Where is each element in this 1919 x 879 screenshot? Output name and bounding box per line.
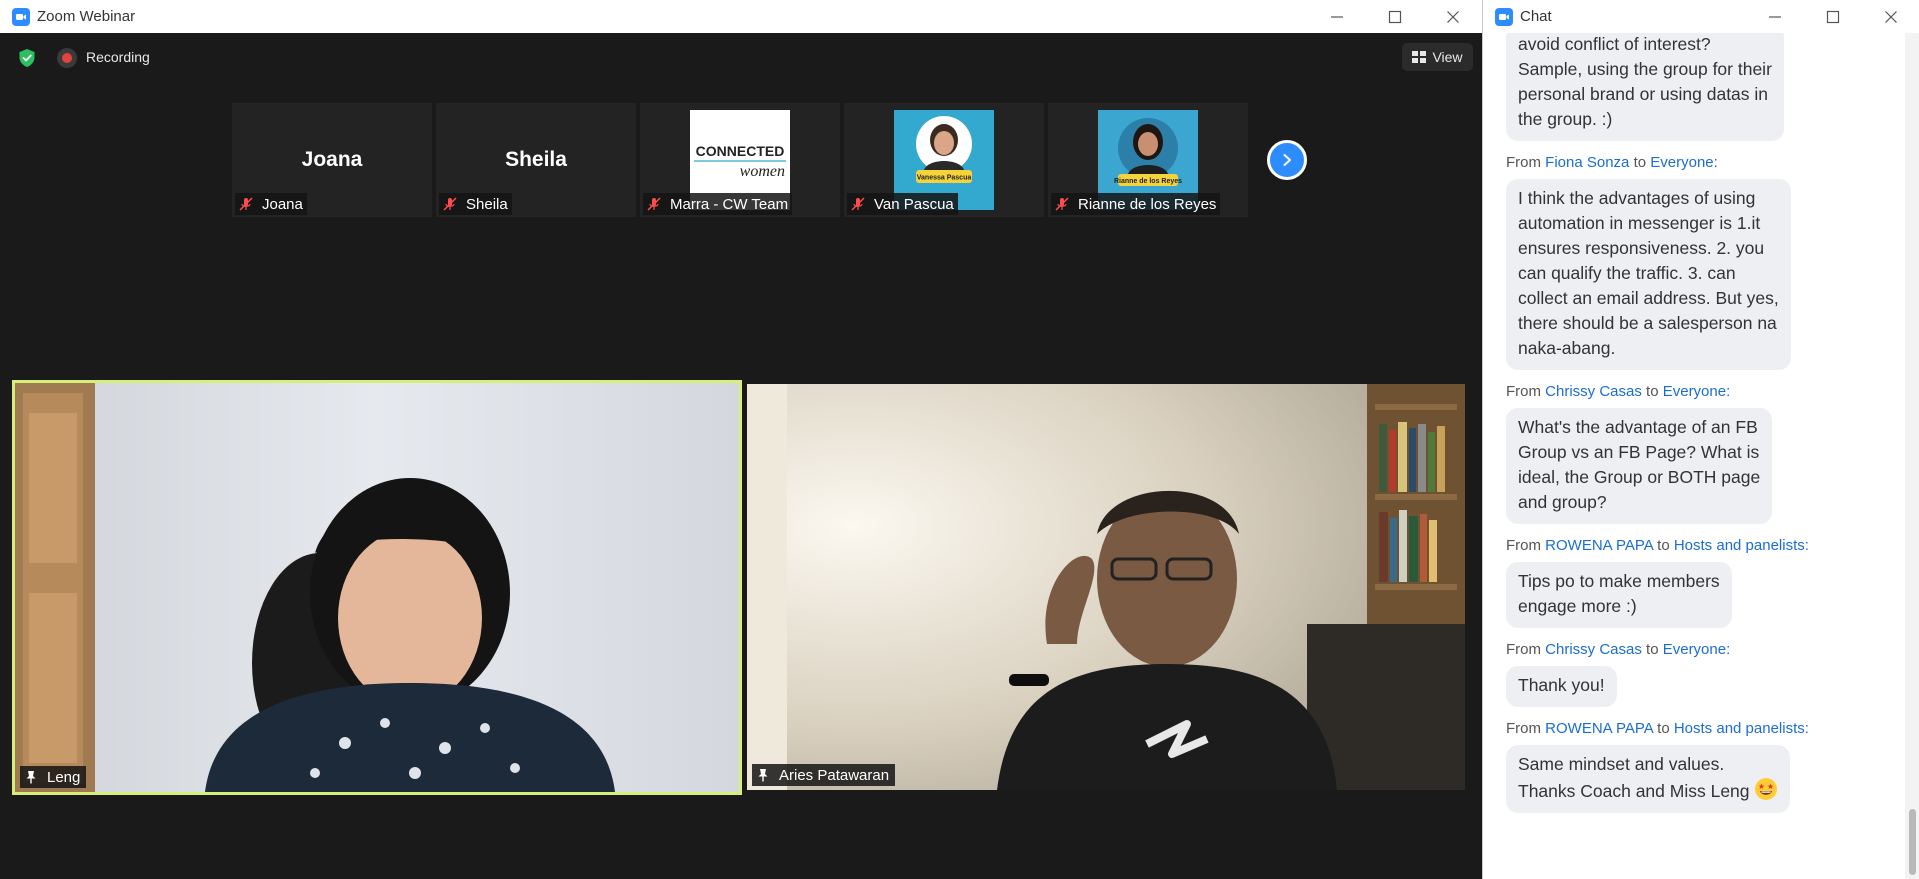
chat-message: From Chrissy Casas to Everyone: Thank yo… — [1506, 641, 1906, 707]
chat-scrollbar-thumb[interactable] — [1909, 809, 1916, 875]
chat-window: Chat avoid conflict of interest? Sample,… — [1482, 0, 1919, 879]
video-name-label: Leng — [20, 766, 87, 788]
participant-thumbnail[interactable]: Vanessa Pascua Van Pascua — [844, 103, 1044, 217]
microphone-muted-icon — [647, 197, 661, 211]
sender-name[interactable]: Chrissy Casas — [1545, 383, 1642, 400]
recording-label: Recording — [86, 49, 150, 65]
view-button[interactable]: View — [1402, 43, 1473, 71]
chat-message: From Chrissy Casas to Everyone: What's t… — [1506, 383, 1906, 524]
window-title: Zoom Webinar — [37, 8, 136, 25]
view-button-label: View — [1432, 49, 1463, 65]
participant-label: Sheila — [439, 193, 512, 215]
recipient-name[interactable]: Hosts and panelists: — [1674, 537, 1809, 554]
sender-name[interactable]: Chrissy Casas — [1545, 641, 1642, 658]
participant-thumbnail[interactable]: Rianne de los Reyes Rianne de los Reyes — [1048, 103, 1248, 217]
next-page-button[interactable] — [1267, 140, 1307, 180]
avatar-caption: Vanessa Pascua — [917, 175, 972, 182]
participant-thumbnail[interactable]: Joana Joana — [232, 103, 432, 217]
sender-name[interactable]: ROWENA PAPA — [1545, 720, 1653, 737]
participant-display-name: Joana — [301, 148, 363, 171]
message-sender-line: From ROWENA PAPA to Hosts and panelists: — [1506, 537, 1809, 554]
chevron-right-icon — [1283, 154, 1291, 166]
participant-thumbnail-strip: Joana Joana Sheila Sheila CONNECTED wome… — [232, 103, 1248, 217]
chat-bubble: avoid conflict of interest? Sample, usin… — [1506, 33, 1784, 141]
chat-close-button[interactable] — [1862, 0, 1919, 33]
message-sender-line: From Chrissy Casas to Everyone: — [1506, 383, 1731, 400]
sender-name[interactable]: Fiona Sonza — [1545, 154, 1629, 171]
meeting-top-bar: Recording View — [0, 33, 1482, 81]
close-button[interactable] — [1424, 0, 1482, 33]
maximize-button[interactable] — [1366, 0, 1424, 33]
participant-thumbnail[interactable]: CONNECTED women Marra - CW Team — [640, 103, 840, 217]
star-struck-emoji-icon — [1755, 778, 1778, 800]
chat-message: avoid conflict of interest? Sample, usin… — [1506, 33, 1906, 141]
message-sender-line: From Fiona Sonza to Everyone: — [1506, 154, 1718, 171]
recipient-name[interactable]: Everyone: — [1663, 641, 1731, 658]
video-tile-panelist[interactable]: Aries Patawaran — [747, 384, 1465, 790]
security-shield-icon[interactable] — [17, 48, 37, 68]
minimize-button[interactable] — [1308, 0, 1366, 33]
sender-name[interactable]: ROWENA PAPA — [1545, 537, 1653, 554]
recipient-name[interactable]: Everyone: — [1650, 154, 1718, 171]
message-sender-line: From Chrissy Casas to Everyone: — [1506, 641, 1731, 658]
message-sender-line: From ROWENA PAPA to Hosts and panelists: — [1506, 720, 1809, 737]
chat-bubble: I think the advantages of using automati… — [1506, 179, 1791, 370]
participant-label: Van Pascua — [847, 193, 958, 215]
participant-label: Marra - CW Team — [643, 193, 793, 215]
chat-bubble: Same mindset and values. Thanks Coach an… — [1506, 745, 1791, 813]
chat-message: From Fiona Sonza to Everyone: I think th… — [1506, 154, 1906, 370]
chat-bubble: What's the advantage of an FB Group vs a… — [1506, 408, 1773, 524]
chat-title: Chat — [1520, 8, 1552, 25]
avatar-caption: Rianne de los Reyes — [1114, 178, 1182, 185]
participant-label: Joana — [235, 193, 307, 215]
participant-thumbnail[interactable]: Sheila Sheila — [436, 103, 636, 217]
chat-minimize-button[interactable] — [1746, 0, 1804, 33]
chat-scrollbar[interactable] — [1905, 33, 1919, 879]
recipient-name[interactable]: Everyone: — [1663, 383, 1731, 400]
participant-label: Rianne de los Reyes — [1051, 193, 1221, 215]
logo-text-connected: CONNECTED — [696, 143, 785, 159]
microphone-muted-icon — [851, 197, 865, 211]
pin-icon — [26, 771, 36, 784]
grid-view-icon — [1412, 51, 1427, 63]
video-tile-active-speaker[interactable]: Leng — [12, 380, 742, 795]
pin-icon — [758, 769, 768, 782]
chat-bubble: Thank you! — [1506, 666, 1617, 707]
speaker-video-frame — [15, 383, 739, 792]
microphone-muted-icon — [239, 197, 253, 211]
zoom-logo-icon — [1495, 7, 1513, 26]
logo-text-women: women — [740, 163, 785, 180]
microphone-muted-icon — [1055, 197, 1069, 211]
zoom-webinar-window: Zoom Webinar Recording View Joana Joana — [0, 0, 1482, 879]
zoom-titlebar: Zoom Webinar — [0, 0, 1482, 33]
chat-maximize-button[interactable] — [1804, 0, 1862, 33]
panelist-video-frame — [747, 384, 1465, 790]
recording-icon — [57, 48, 77, 68]
microphone-muted-icon — [443, 197, 457, 211]
participant-display-name: Sheila — [505, 148, 567, 171]
zoom-logo-icon — [12, 7, 30, 26]
chat-message: From ROWENA PAPA to Hosts and panelists:… — [1506, 720, 1906, 813]
chat-message: From ROWENA PAPA to Hosts and panelists:… — [1506, 537, 1906, 628]
recipient-name[interactable]: Hosts and panelists: — [1674, 720, 1809, 737]
video-name-label: Aries Patawaran — [752, 764, 896, 786]
chat-titlebar: Chat — [1483, 0, 1919, 33]
chat-bubble: Tips po to make members engage more :) — [1506, 562, 1732, 628]
chat-message-list[interactable]: avoid conflict of interest? Sample, usin… — [1483, 33, 1919, 879]
